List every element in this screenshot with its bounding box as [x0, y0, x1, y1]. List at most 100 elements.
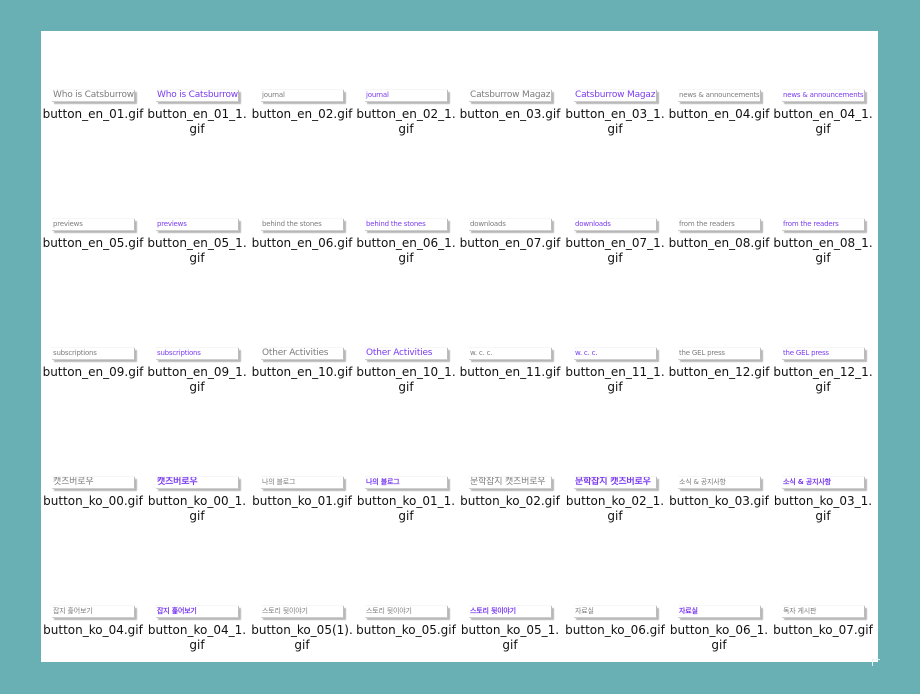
file-item[interactable]: previews button_en_05_1.gif	[145, 160, 249, 270]
file-name: button_ko_03.gif	[669, 494, 769, 508]
file-item[interactable]: 나의 블로그 button_ko_01_1.gif	[354, 418, 458, 528]
file-item[interactable]: journal button_en_02.gif	[250, 31, 354, 141]
thumbnail-text: previews	[53, 220, 83, 228]
file-item[interactable]: Catsburrow Magazines button_en_03_1.gif	[563, 31, 667, 141]
file-item[interactable]: 독자 게시판 button_ko_07.gif	[771, 547, 875, 657]
file-item[interactable]: Who is Catsburrow? button_en_01_1.gif	[145, 31, 249, 141]
file-thumbnail: 잡지 훑어보기	[52, 606, 135, 618]
file-thumbnail: from the readers	[678, 219, 761, 231]
file-item[interactable]: 소식 & 공지사항 button_ko_03_1.gif	[771, 418, 875, 528]
file-name: button_en_01_1.gif	[147, 107, 247, 136]
file-name: button_en_12.gif	[668, 365, 770, 379]
thumbnail-text: the GEL press	[783, 349, 829, 357]
file-name: button_ko_05_1.gif	[460, 623, 560, 652]
thumbnail-text: subscriptions	[53, 349, 97, 357]
thumbnail-text: Other Activities	[262, 348, 329, 358]
file-item[interactable]: downloads button_en_07.gif	[458, 160, 562, 270]
file-item[interactable]: Other Activities button_en_10.gif	[250, 289, 354, 399]
file-item[interactable]: 스토리 뒷이야기 button_ko_05(1).gif	[250, 547, 354, 657]
file-name: button_en_04_1.gif	[773, 107, 873, 136]
file-thumbnail: 문학잡지 캣츠버로우	[574, 477, 657, 489]
file-name: button_ko_00.gif	[43, 494, 143, 508]
file-item[interactable]: previews button_en_05.gif	[41, 160, 145, 270]
file-item[interactable]: Other Activities button_en_10_1.gif	[354, 289, 458, 399]
thumbnail-text: journal	[366, 91, 389, 99]
file-thumbnail: 나의 블로그	[261, 477, 344, 489]
file-item[interactable]: 잡지 훑어보기 button_ko_04.gif	[41, 547, 145, 657]
file-thumbnail: Other Activities	[365, 348, 448, 360]
file-item[interactable]: 소식 & 공지사항 button_ko_03.gif	[667, 418, 771, 528]
file-item[interactable]: 잡지 훑어보기 button_ko_04_1.gif	[145, 547, 249, 657]
file-thumbnail: 나의 블로그	[365, 477, 448, 489]
file-name: button_ko_01.gif	[252, 494, 352, 508]
file-thumbnail: previews	[52, 219, 135, 231]
file-thumbnail: 캣츠버로우	[156, 477, 239, 489]
file-name: button_en_06.gif	[251, 236, 353, 250]
resize-grip[interactable]	[872, 659, 880, 666]
thumbnail-text: Who is Catsburrow?	[157, 90, 239, 100]
file-thumbnail: w. c. c.	[469, 348, 552, 360]
file-thumbnail: Who is Catsburrow?	[156, 90, 239, 102]
thumbnail-text: Catsburrow Magazines	[470, 90, 552, 100]
file-name: button_ko_07.gif	[773, 623, 873, 637]
file-item[interactable]: from the readers button_en_08_1.gif	[771, 160, 875, 270]
file-name: button_en_07.gif	[459, 236, 561, 250]
file-browser-window: Who is Catsburrow? button_en_01.gif Who is…	[41, 31, 878, 662]
thumbnail-text: journal	[262, 91, 285, 99]
file-item[interactable]: 캣츠버로우 button_ko_00_1.gif	[145, 418, 249, 528]
file-item[interactable]: 자료실 button_ko_06.gif	[563, 547, 667, 657]
file-item[interactable]: the GEL press button_en_12_1.gif	[771, 289, 875, 399]
file-item[interactable]: 스토리 뒷이야기 button_ko_05_1.gif	[458, 547, 562, 657]
file-name: button_ko_06_1.gif	[669, 623, 769, 652]
file-thumbnail: the GEL press	[678, 348, 761, 360]
file-thumbnail: journal	[365, 90, 448, 102]
thumbnail-text: 스토리 뒷이야기	[470, 607, 516, 615]
file-thumbnail: behind the stones	[365, 219, 448, 231]
file-item[interactable]: w. c. c. button_en_11.gif	[458, 289, 562, 399]
thumbnail-text: 잡지 훑어보기	[53, 607, 93, 615]
file-name: button_ko_04_1.gif	[147, 623, 247, 652]
file-item[interactable]: 자료실 button_ko_06_1.gif	[667, 547, 771, 657]
file-item[interactable]: subscriptions button_en_09_1.gif	[145, 289, 249, 399]
file-item[interactable]: 문학잡지 캣츠버로우 button_ko_02_1.gif	[563, 418, 667, 528]
file-thumbnail: subscriptions	[156, 348, 239, 360]
file-name: button_en_10.gif	[251, 365, 353, 379]
thumbnail-text: 나의 블로그	[262, 478, 296, 486]
thumbnail-text: Other Activities	[366, 348, 433, 358]
file-item[interactable]: the GEL press button_en_12.gif	[667, 289, 771, 399]
file-item[interactable]: 스토리 뒷이야기 button_ko_05.gif	[354, 547, 458, 657]
file-item[interactable]: Who is Catsburrow? button_en_01.gif	[41, 31, 145, 141]
file-thumbnail: Catsburrow Magazines	[574, 90, 657, 102]
thumbnail-text: 캣츠버로우	[53, 477, 94, 487]
file-item[interactable]: subscriptions button_en_09.gif	[41, 289, 145, 399]
file-item[interactable]: news & announcements button_en_04.gif	[667, 31, 771, 141]
file-item[interactable]: behind the stones button_en_06.gif	[250, 160, 354, 270]
file-item[interactable]: 나의 블로그 button_ko_01.gif	[250, 418, 354, 528]
file-thumbnail: 스토리 뒷이야기	[365, 606, 448, 618]
thumbnail-text: news & announcements	[783, 91, 864, 99]
file-item[interactable]: from the readers button_en_08.gif	[667, 160, 771, 270]
file-item[interactable]: journal button_en_02_1.gif	[354, 31, 458, 141]
file-item[interactable]: w. c. c. button_en_11_1.gif	[563, 289, 667, 399]
thumbnail-text: 소식 & 공지사항	[679, 478, 726, 486]
file-name: button_ko_02.gif	[460, 494, 560, 508]
file-name: button_en_12_1.gif	[773, 365, 873, 394]
file-item[interactable]: Catsburrow Magazines button_en_03.gif	[458, 31, 562, 141]
file-item[interactable]: downloads button_en_07_1.gif	[563, 160, 667, 270]
file-thumbnail: news & announcements	[678, 90, 761, 102]
file-name: button_ko_04.gif	[43, 623, 143, 637]
file-name: button_en_07_1.gif	[565, 236, 665, 265]
thumbnail-text: behind the stones	[366, 220, 426, 228]
file-item[interactable]: 문학잡지 캣츠버로우 button_ko_02.gif	[458, 418, 562, 528]
file-thumbnail: subscriptions	[52, 348, 135, 360]
file-item[interactable]: news & announcements button_en_04_1.gif	[771, 31, 875, 141]
file-item[interactable]: behind the stones button_en_06_1.gif	[354, 160, 458, 270]
file-item[interactable]: 캣츠버로우 button_ko_00.gif	[41, 418, 145, 528]
thumbnail-text: 잡지 훑어보기	[157, 607, 197, 615]
file-thumbnail: news & announcements	[782, 90, 865, 102]
thumbnail-text: w. c. c.	[470, 349, 493, 357]
file-name: button_ko_03_1.gif	[773, 494, 873, 523]
file-thumbnail: 자료실	[574, 606, 657, 618]
file-name: button_en_05.gif	[42, 236, 144, 250]
thumbnail-text: previews	[157, 220, 187, 228]
